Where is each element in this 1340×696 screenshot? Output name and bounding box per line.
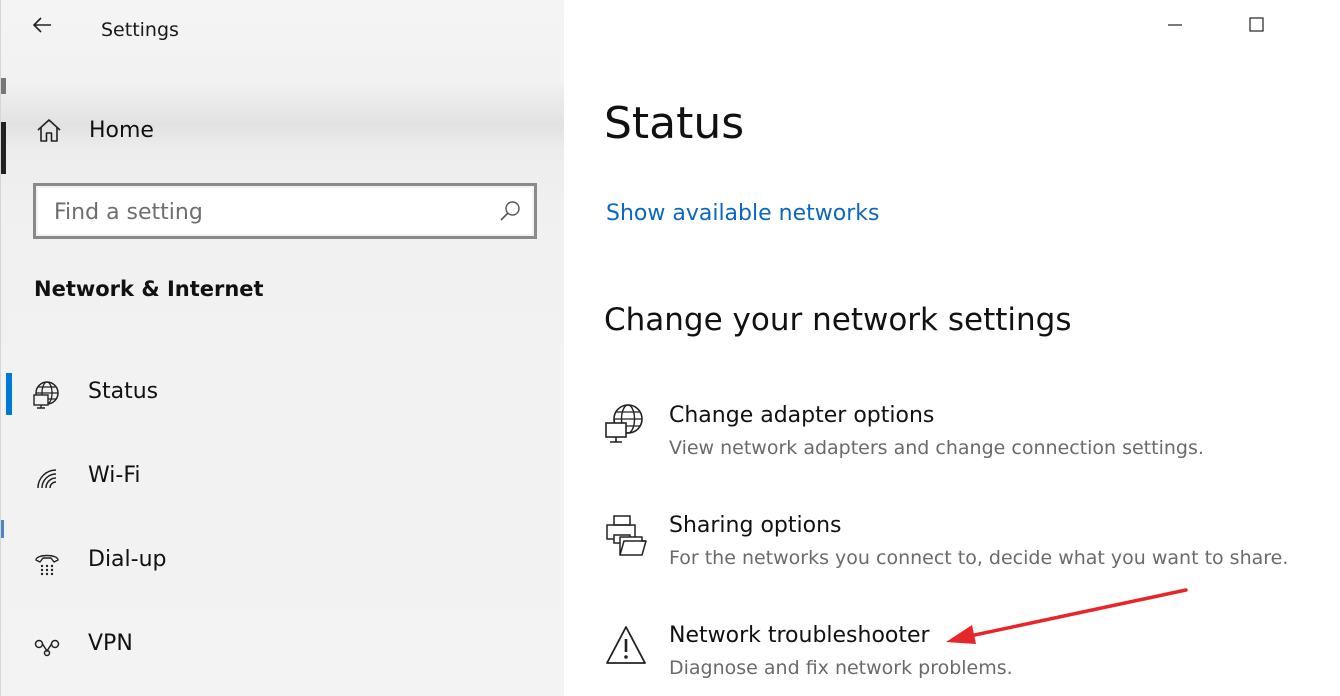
sidebar-item-status[interactable]: Status (1, 353, 565, 437)
settings-window: Settings Home Network & Internet (0, 0, 1340, 696)
sidebar-item-dialup[interactable]: Dial-up (1, 521, 565, 605)
option-description: Diagnose and fix network problems. (669, 657, 1013, 679)
app-title: Settings (101, 19, 179, 41)
edge-artifact (1, 122, 6, 174)
back-button[interactable] (29, 12, 55, 38)
option-description: View network adapters and change connect… (669, 437, 1204, 459)
search-icon[interactable] (498, 199, 522, 223)
sidebar-item-label: Wi-Fi (88, 463, 141, 488)
option-title: Change adapter options (669, 403, 935, 428)
sidebar-item-label: VPN (88, 631, 133, 656)
section-subheading: Change your network settings (604, 302, 1072, 338)
sidebar-item-label: Dial-up (88, 547, 167, 572)
sidebar-item-vpn[interactable]: VPN (1, 605, 565, 689)
section-title: Network & Internet (34, 277, 264, 301)
home-icon (34, 115, 64, 145)
search-input[interactable] (52, 194, 486, 230)
globe-monitor-icon (31, 379, 63, 411)
back-arrow-icon (32, 17, 51, 33)
option-title: Sharing options (669, 513, 842, 538)
nav-list: Status Wi-Fi Dial-up VPN (1, 353, 565, 689)
globe-monitor-icon (604, 403, 648, 447)
navigation-pane: Settings Home Network & Internet (0, 0, 564, 696)
option-description: For the networks you connect to, decide … (669, 547, 1289, 569)
wifi-icon (31, 463, 63, 495)
sidebar-item-label: Status (88, 379, 159, 404)
sidebar-item-wifi[interactable]: Wi-Fi (1, 437, 565, 521)
selected-indicator (6, 373, 12, 415)
main-content: Status Show available networks Change yo… (564, 0, 1340, 696)
option-title: Network troubleshooter (669, 623, 930, 648)
change-adapter-options[interactable]: Change adapter options View network adap… (604, 403, 1324, 477)
dialup-phone-icon (31, 547, 63, 579)
page-title: Status (604, 98, 745, 149)
vpn-icon (31, 631, 63, 663)
search-box[interactable] (33, 183, 537, 239)
sharing-options[interactable]: Sharing options For the networks you con… (604, 513, 1324, 587)
nav-home[interactable]: Home (34, 112, 154, 148)
network-troubleshooter[interactable]: Network troubleshooter Diagnose and fix … (604, 623, 1324, 696)
warning-triangle-icon (604, 623, 648, 667)
edge-artifact (1, 78, 6, 94)
printer-folder-icon (604, 513, 648, 557)
nav-home-label: Home (89, 117, 154, 143)
show-available-networks-link[interactable]: Show available networks (606, 201, 879, 226)
